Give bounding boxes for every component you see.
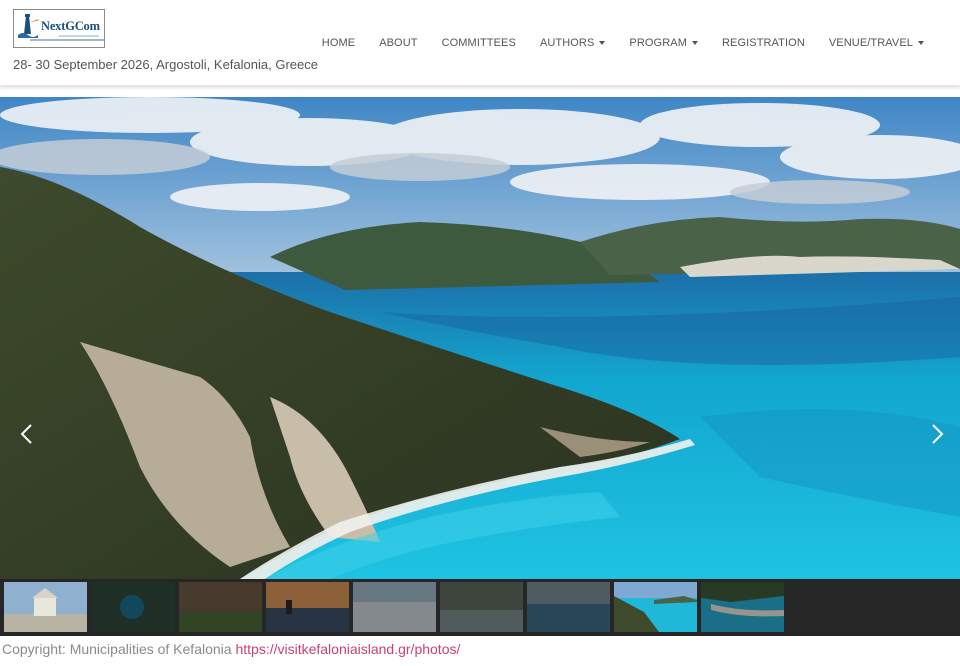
- nav-venue-travel[interactable]: VENUE/TRAVEL: [817, 37, 936, 49]
- hero-image-kefalonia-coast: [0, 97, 960, 579]
- logo-tagline: [59, 35, 99, 37]
- carousel-prev-button[interactable]: [12, 419, 42, 449]
- site-header: NextGCom 28- 30 September 2026, Argostol…: [0, 0, 960, 86]
- thumbnail-7[interactable]: [527, 582, 610, 632]
- chevron-right-icon: [932, 424, 944, 444]
- nav-committees[interactable]: COMMITTEES: [430, 37, 528, 49]
- logo-subtitle: [30, 39, 104, 41]
- lighthouse-icon: [18, 14, 38, 38]
- thumbnail-8-active[interactable]: [614, 582, 697, 632]
- carousel-thumbnails: [0, 579, 960, 636]
- copyright-link[interactable]: https://visitkefaloniaisland.gr/photos/: [235, 641, 460, 657]
- nav-registration[interactable]: REGISTRATION: [710, 37, 817, 49]
- hero-carousel[interactable]: [0, 97, 960, 579]
- nav-home[interactable]: HOME: [310, 37, 367, 49]
- chevron-left-icon: [20, 424, 32, 444]
- thumbnail-5[interactable]: [353, 582, 436, 632]
- nav-authors[interactable]: AUTHORS: [528, 37, 617, 49]
- thumbnail-4[interactable]: [266, 582, 349, 632]
- caret-down-icon: [918, 41, 924, 45]
- thumbnail-1[interactable]: [4, 582, 87, 632]
- carousel-next-button[interactable]: [922, 419, 952, 449]
- caret-down-icon: [599, 41, 606, 45]
- thumbnail-9[interactable]: [701, 582, 784, 632]
- thumbnail-2[interactable]: [92, 582, 175, 632]
- main-nav: HOME ABOUT COMMITTEES AUTHORS PROGRAM RE…: [310, 37, 936, 49]
- logo-text: NextGCom: [41, 19, 100, 33]
- thumbnail-6[interactable]: [440, 582, 523, 632]
- caret-down-icon: [691, 41, 698, 45]
- nav-about[interactable]: ABOUT: [367, 37, 429, 49]
- event-date: 28- 30 September 2026, Argostoli, Kefalo…: [13, 57, 318, 72]
- copyright-text: Copyright: Municipalities of Kefalonia: [2, 641, 232, 657]
- thumbnail-3[interactable]: [179, 582, 262, 632]
- nav-program[interactable]: PROGRAM: [617, 37, 710, 49]
- site-logo[interactable]: NextGCom: [13, 9, 105, 48]
- photo-copyright: Copyright: Municipalities of Kefalonia h…: [2, 641, 460, 657]
